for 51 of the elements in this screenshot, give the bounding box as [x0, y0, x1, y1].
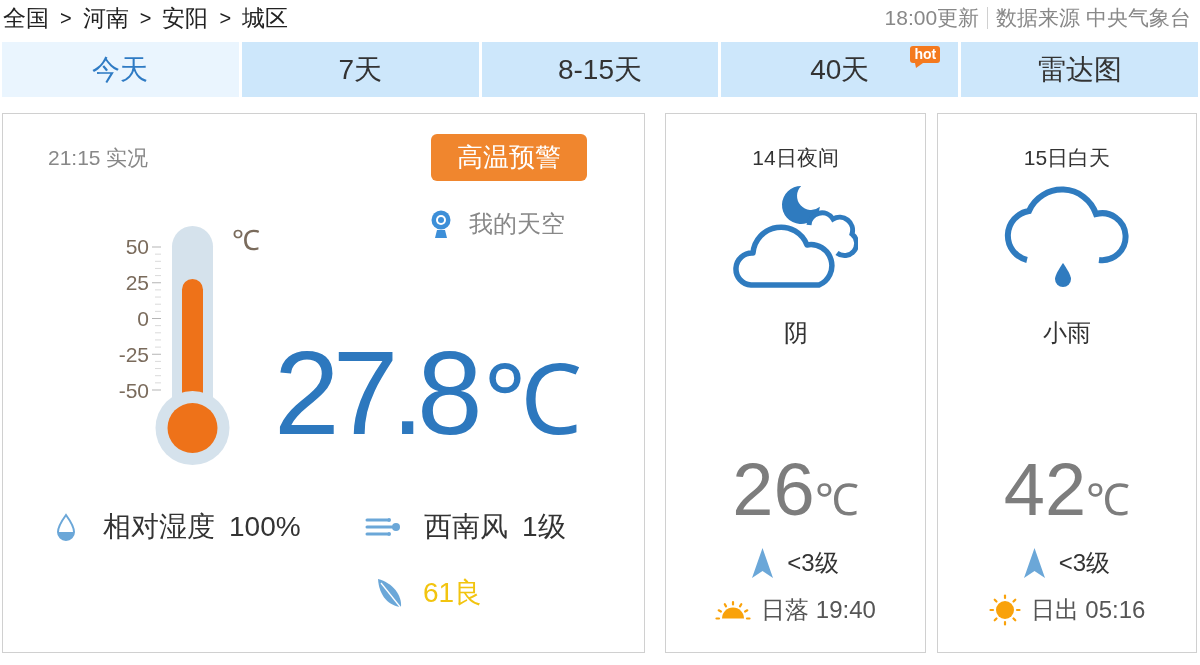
- webcam-icon: [431, 210, 451, 238]
- scale-label: 50: [125, 234, 149, 260]
- cloud-moon-icon: [733, 183, 858, 290]
- scale-label: 0: [137, 306, 149, 332]
- temperature-unit: ℃: [483, 351, 582, 449]
- sunset-icon: [715, 600, 752, 620]
- leaf-icon: [375, 577, 403, 609]
- forecast-period: 15日白天: [1023, 146, 1111, 170]
- weather-condition: 小雨: [1043, 319, 1091, 347]
- forecast-temperature: 26: [732, 453, 815, 527]
- breadcrumb-link[interactable]: 城区: [242, 4, 289, 32]
- sun-icon: [988, 594, 1021, 626]
- breadcrumb-separator: >: [219, 6, 232, 31]
- wind-force: 1级: [522, 510, 566, 544]
- forecast-period: 14日夜间: [752, 146, 839, 170]
- tab[interactable]: 雷达图: [961, 42, 1198, 97]
- wind-icon: [365, 516, 401, 538]
- sun-time: 日出 05:16: [1030, 595, 1146, 625]
- tab[interactable]: 40天 hot: [721, 42, 959, 97]
- scale-ticks-icon: [152, 246, 161, 391]
- wind-direction: 西南风: [424, 510, 508, 544]
- breadcrumb-link[interactable]: 河南: [82, 4, 129, 32]
- tab[interactable]: 今天: [2, 42, 239, 97]
- forecast-wind: <3级: [787, 548, 839, 578]
- thermometer-unit: ℃: [232, 224, 260, 258]
- weather-condition: 阴: [783, 319, 808, 347]
- wind-arrow-icon: [752, 548, 774, 578]
- temperature-value: 27.8: [274, 334, 476, 452]
- air-quality: 61良: [423, 576, 483, 610]
- my-sky-link[interactable]: 我的天空: [431, 209, 565, 239]
- forecast-temperature: 42: [1003, 453, 1087, 527]
- scale-label: 25: [125, 270, 149, 296]
- data-source: 数据来源 中央气象台: [996, 5, 1191, 32]
- forecast-temperature-unit: ℃: [1086, 478, 1131, 522]
- sun-time: 日落 19:40: [761, 595, 876, 625]
- scale-label: -25: [118, 342, 149, 368]
- tab[interactable]: 8-15天: [481, 42, 719, 97]
- breadcrumb-link[interactable]: 安阳: [162, 4, 209, 32]
- tab[interactable]: 7天: [241, 42, 479, 97]
- breadcrumb-link[interactable]: 全国: [3, 4, 49, 32]
- humidity-value: 100%: [229, 510, 301, 544]
- forecast-temperature-unit: ℃: [814, 478, 859, 522]
- humidity-label: 相对湿度: [103, 510, 215, 544]
- observation-time: 21:15 实况: [48, 145, 149, 171]
- breadcrumb-separator: >: [60, 6, 72, 31]
- scale-label: -50: [118, 378, 149, 404]
- wind-arrow-icon: [1023, 548, 1045, 578]
- update-time: 18:00更新: [884, 5, 980, 32]
- breadcrumb-separator: >: [139, 6, 152, 31]
- humidity-drop-icon: [55, 513, 77, 541]
- forecast-wind: <3级: [1058, 548, 1111, 578]
